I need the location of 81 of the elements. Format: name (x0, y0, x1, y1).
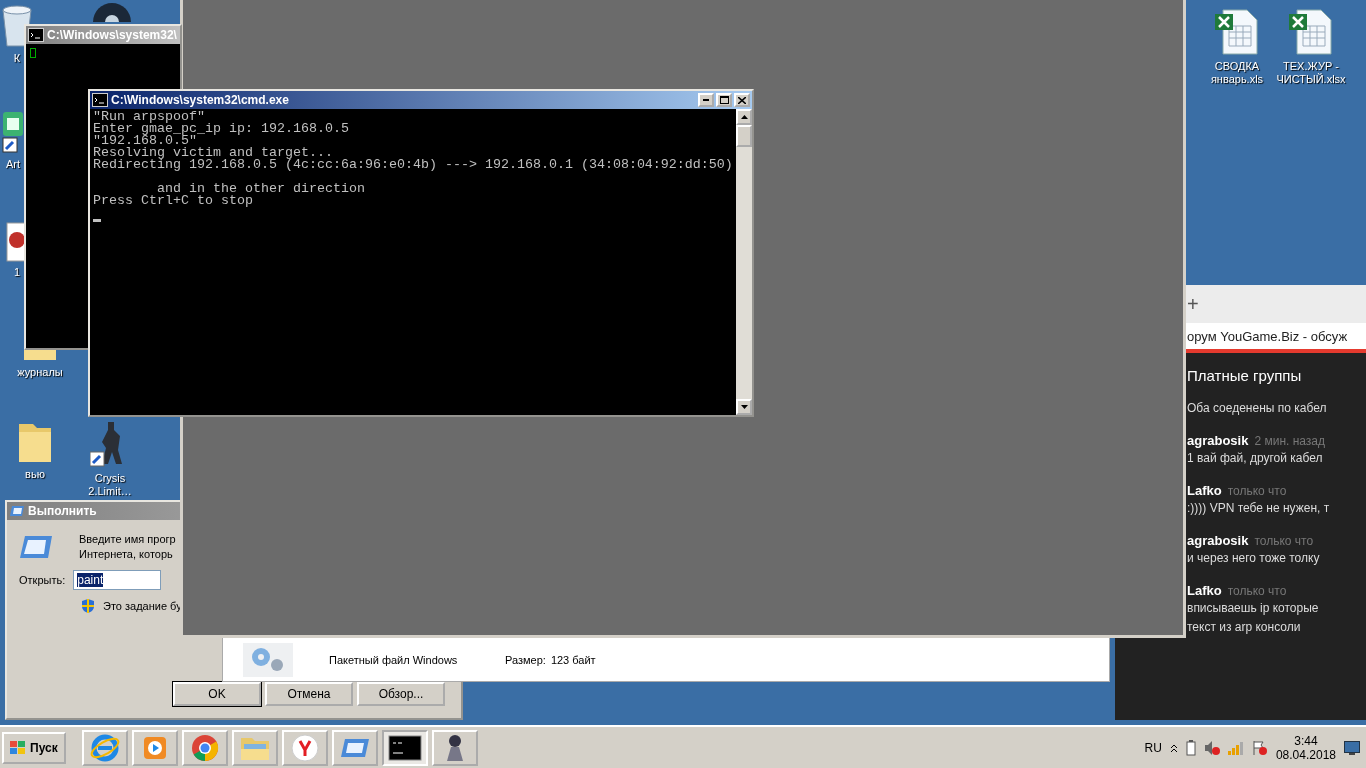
close-button[interactable] (734, 93, 750, 107)
message-author[interactable]: Lafko (1187, 483, 1222, 498)
spreadsheet-file-icon (1213, 8, 1261, 56)
windows-logo-icon (10, 740, 26, 755)
minimize-button[interactable] (698, 93, 714, 107)
console-line: and in the other direction (157, 180, 366, 195)
message-time: только что (1254, 534, 1314, 548)
console-line: Resolving victim and target... (93, 147, 333, 159)
console-line: "192.168.0.5" (93, 135, 197, 147)
clock-date[interactable]: 08.04.2018 (1275, 747, 1336, 762)
dialog-button[interactable]: Отмена (265, 682, 353, 706)
close-icon (738, 96, 746, 104)
run-window-icon (9, 505, 25, 517)
globe-e-icon (89, 732, 120, 763)
speaker-muted-icon[interactable] (1203, 739, 1220, 756)
chevron-up-icon[interactable] (1169, 742, 1178, 753)
message-author[interactable]: Lafko (1187, 583, 1222, 598)
dialog-button[interactable]: Обзор... (357, 682, 445, 706)
scrollbar[interactable] (736, 109, 752, 415)
gears-icon (243, 643, 293, 677)
flag-error-icon[interactable] (1251, 739, 1268, 756)
console-icon (387, 734, 422, 761)
chat-title: Платные группы (1187, 367, 1303, 384)
show-desktop-icon[interactable] (1344, 740, 1360, 755)
window-title: C:\Windows\system32\ (47, 28, 177, 42)
taskbar-app[interactable] (431, 729, 478, 766)
icon-label[interactable]: журналы (17, 366, 63, 379)
message-time: только что (1227, 584, 1287, 598)
message-text: и через него тоже толку (1187, 550, 1321, 567)
console-icon (28, 28, 44, 42)
console-line: "Run arpspoof" (93, 111, 205, 123)
icon-label[interactable]: вью (25, 468, 45, 481)
dialog-button[interactable]: OK (173, 682, 261, 706)
battery-icon[interactable] (1185, 739, 1196, 756)
scrollbar-thumb[interactable] (736, 125, 752, 147)
message-author[interactable]: agrabosik (1187, 533, 1249, 548)
console-line: Press Ctrl+C to stop (93, 195, 254, 207)
shield-icon (81, 598, 95, 614)
icon-label[interactable]: 1 (13, 266, 21, 279)
icon-label[interactable]: Art (5, 158, 21, 171)
taskbar-app[interactable] (381, 729, 428, 766)
prompt-text: Введите имя прогр (79, 532, 176, 547)
spreadsheet-file-icon (1287, 8, 1335, 56)
message-text: текст из arp консоли (1187, 619, 1302, 636)
message-time: 2 мин. назад (1254, 434, 1326, 448)
chrome-icon (190, 733, 219, 762)
message-time: только что (1227, 484, 1287, 498)
app-icon (1, 110, 25, 154)
page-title: орум YouGame.Biz - обсуж (1187, 328, 1348, 344)
message-text: вписываешь ip которые (1187, 600, 1320, 617)
dialog-title: Выполнить (28, 504, 97, 518)
message-text: Оба соеденены по кабел (1187, 400, 1328, 417)
y-logo-icon (290, 733, 319, 762)
window-title: C:\Windows\system32\cmd.exe (111, 93, 289, 107)
console-line: Enter gmae_pc_ip ip: 192.168.0.5 (93, 123, 350, 135)
prompt-text: Интернета, которь (79, 547, 174, 562)
icon-label[interactable]: К (13, 52, 21, 65)
message-text: 1 вай фай, другой кабел (1187, 450, 1324, 467)
console-icon (92, 93, 108, 107)
console-line: Redirecting 192.168.0.5 (4c:cc:6a:96:e0:4b) ---> 192.168.0.1 (34:08:04:92:dd:50) (93, 159, 733, 171)
icon-label[interactable]: Crysis 2.Limit… (74, 472, 146, 498)
message-author[interactable]: agrabosik (1187, 433, 1249, 448)
scroll-down-arrow-icon[interactable] (740, 405, 748, 409)
new-tab-button[interactable]: + (1187, 292, 1199, 316)
command-input[interactable]: paint (73, 570, 162, 590)
field-label: Открыть: (19, 572, 66, 588)
clock-time[interactable]: 3:44 (1294, 733, 1318, 748)
message-text: :)))) VPN тебе не нужен, т (1187, 500, 1331, 517)
media-player-icon (141, 734, 168, 761)
file-size: 123 байт (550, 652, 596, 668)
maximize-button[interactable] (716, 93, 732, 107)
scroll-up-arrow-icon[interactable] (740, 115, 748, 119)
run-window-icon (19, 533, 53, 561)
start-button[interactable]: Пуск (2, 731, 66, 764)
maximize-icon (719, 96, 729, 104)
text-cursor (93, 219, 101, 222)
size-label: Размер: (505, 652, 546, 668)
language-indicator[interactable]: RU (1144, 740, 1162, 755)
minimize-icon (703, 99, 709, 101)
cursor-icon (30, 48, 36, 58)
file-type: Пакетный файл Windows (329, 652, 459, 668)
